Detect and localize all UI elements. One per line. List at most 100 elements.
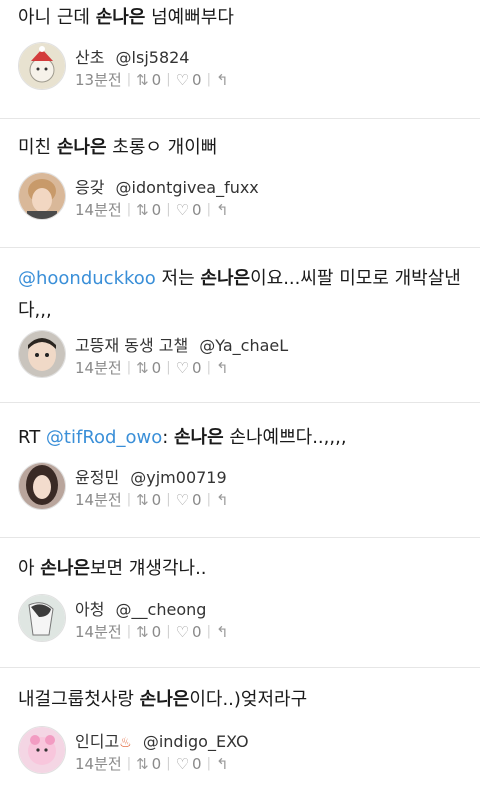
keyword-highlight: 손나은 bbox=[200, 268, 251, 289]
separator: | bbox=[206, 492, 211, 507]
mention-link[interactable]: @hoonduckkoo bbox=[18, 268, 156, 289]
user-info[interactable]: 아청 @__cheong bbox=[75, 596, 206, 620]
like-button[interactable]: ♡ 0 bbox=[176, 359, 202, 377]
keyword-highlight: 손나은 bbox=[174, 427, 224, 448]
separator: | bbox=[166, 756, 171, 771]
user-info[interactable]: 윤정민 @yjm00719 bbox=[75, 464, 227, 488]
tweet-actions: 14분전 | ⇅ 0 | ♡ 0 | ↰ bbox=[75, 199, 229, 220]
reply-icon[interactable]: ↰ bbox=[216, 755, 229, 773]
retweet-button[interactable]: ⇅ 0 bbox=[136, 491, 161, 509]
separator: | bbox=[166, 492, 171, 507]
tweet-text-segment: 손나예쁘다..,,,, bbox=[223, 427, 347, 448]
separator: | bbox=[166, 360, 171, 375]
reply-icon[interactable]: ↰ bbox=[216, 71, 229, 89]
keyword-highlight: 손나은 bbox=[40, 558, 90, 579]
tweet-text-segment: 아 bbox=[18, 558, 41, 579]
separator: | bbox=[126, 202, 132, 217]
like-button[interactable]: ♡ 0 bbox=[176, 755, 202, 773]
retweet-count: 0 bbox=[151, 754, 162, 773]
reply-icon[interactable]: ↰ bbox=[216, 201, 229, 219]
retweet-count: 0 bbox=[151, 70, 162, 89]
display-name: 응갖 bbox=[75, 178, 105, 197]
retweet-icon: ⇅ bbox=[136, 754, 149, 773]
tweet-text-segment: RT bbox=[18, 427, 46, 448]
tweet-text: RT @tifRod_owo: 손나은 손나예쁘다..,,,, bbox=[18, 422, 466, 454]
like-button[interactable]: ♡ 0 bbox=[176, 491, 202, 509]
avatar[interactable] bbox=[18, 726, 66, 774]
avatar[interactable] bbox=[18, 330, 66, 378]
keyword-highlight: 손나은 bbox=[95, 7, 146, 28]
tweet-text: 미친 손나은 초롱ㅇ 개이뻐 bbox=[18, 132, 466, 164]
separator: | bbox=[126, 72, 132, 87]
separator: | bbox=[206, 72, 211, 87]
tweet-divider bbox=[0, 247, 480, 248]
retweet-button[interactable]: ⇅ 0 bbox=[136, 359, 161, 377]
keyword-highlight: 손나은 bbox=[139, 689, 190, 710]
display-name: 인디고 bbox=[75, 732, 120, 751]
like-button[interactable]: ♡ 0 bbox=[176, 201, 202, 219]
avatar[interactable] bbox=[18, 42, 66, 90]
separator: | bbox=[166, 72, 171, 87]
user-info[interactable]: 고뜽재 동생 고챌 @Ya_chaeL bbox=[75, 332, 288, 356]
tweet-text-segment: 초롱ㅇ 개이뻐 bbox=[106, 137, 218, 158]
like-button[interactable]: ♡ 0 bbox=[176, 623, 202, 641]
like-button[interactable]: ♡ 0 bbox=[176, 71, 202, 89]
avatar[interactable] bbox=[18, 172, 66, 220]
timestamp: 14분전 bbox=[75, 623, 122, 641]
user-handle: @idontgivea_fuxx bbox=[110, 178, 259, 197]
tweet-meta: 아청 @__cheong 14분전 | ⇅ 0 | ♡ 0 | ↰ bbox=[18, 594, 458, 654]
heart-icon: ♡ bbox=[175, 490, 190, 509]
separator: | bbox=[126, 360, 132, 375]
separator: | bbox=[206, 624, 211, 639]
tweet-divider bbox=[0, 402, 480, 403]
tweet-divider bbox=[0, 537, 480, 538]
mention-link[interactable]: @tifRod_owo bbox=[46, 427, 162, 448]
like-count: 0 bbox=[192, 622, 202, 641]
tweet-divider bbox=[0, 667, 480, 668]
tweet-feed: 아니 근데 손나은 넘예뻐부다 산초 @lsj5824 13분전 | ⇅ 0 | ♡ 0 | ↰ 미친… bbox=[0, 0, 480, 798]
heart-icon: ♡ bbox=[175, 70, 190, 89]
separator: | bbox=[126, 492, 132, 507]
retweet-button[interactable]: ⇅ 0 bbox=[136, 71, 161, 89]
tweet-meta: 응갖 @idontgivea_fuxx 14분전 | ⇅ 0 | ♡ 0 | ↰ bbox=[18, 172, 458, 232]
separator: | bbox=[206, 360, 211, 375]
reply-icon[interactable]: ↰ bbox=[216, 359, 229, 377]
tweet-actions: 14분전 | ⇅ 0 | ♡ 0 | ↰ bbox=[75, 357, 229, 378]
tweet-meta: 고뜽재 동생 고챌 @Ya_chaeL 14분전 | ⇅ 0 | ♡ 0 | ↰ bbox=[18, 330, 458, 390]
avatar[interactable] bbox=[18, 594, 66, 642]
retweet-button[interactable]: ⇅ 0 bbox=[136, 623, 161, 641]
tweet-text-segment: 내걸그룹첫사랑 bbox=[18, 689, 140, 710]
user-handle: @lsj5824 bbox=[110, 48, 190, 67]
user-info[interactable]: 인디고♨ @indigo_EXO bbox=[75, 728, 249, 752]
tweet-text: 아 손나은보면 걔생각나.. bbox=[18, 553, 466, 585]
display-name: 고뜽재 동생 고챌 bbox=[75, 336, 189, 355]
hot-springs-icon: ♨ bbox=[119, 735, 132, 751]
tweet-actions: 14분전 | ⇅ 0 | ♡ 0 | ↰ bbox=[75, 753, 229, 774]
retweet-button[interactable]: ⇅ 0 bbox=[136, 755, 161, 773]
separator: | bbox=[166, 624, 171, 639]
user-info[interactable]: 산초 @lsj5824 bbox=[75, 44, 189, 68]
user-info[interactable]: 응갖 @idontgivea_fuxx bbox=[75, 174, 259, 198]
keyword-highlight: 손나은 bbox=[56, 137, 107, 158]
tweet-text-segment: 넘예뻐부다 bbox=[145, 7, 234, 28]
tweet-text: 아니 근데 손나은 넘예뻐부다 bbox=[18, 2, 466, 34]
tweet-text-segment: 아니 근데 bbox=[18, 7, 96, 28]
separator: | bbox=[206, 756, 211, 771]
retweet-icon: ⇅ bbox=[136, 70, 149, 89]
avatar[interactable] bbox=[18, 462, 66, 510]
like-count: 0 bbox=[192, 754, 202, 773]
retweet-icon: ⇅ bbox=[136, 200, 149, 219]
reply-icon[interactable]: ↰ bbox=[216, 623, 229, 641]
tweet-divider bbox=[0, 118, 480, 119]
retweet-icon: ⇅ bbox=[136, 490, 149, 509]
tweet-actions: 13분전 | ⇅ 0 | ♡ 0 | ↰ bbox=[75, 69, 229, 90]
separator: | bbox=[126, 756, 132, 771]
separator: | bbox=[126, 624, 132, 639]
heart-icon: ♡ bbox=[175, 200, 190, 219]
display-name: 산초 bbox=[75, 48, 105, 67]
timestamp: 14분전 bbox=[75, 359, 122, 377]
heart-icon: ♡ bbox=[175, 358, 190, 377]
reply-icon[interactable]: ↰ bbox=[216, 491, 229, 509]
tweet-text: 내걸그룹첫사랑 손나은이다..)엊저라구 bbox=[18, 684, 466, 716]
retweet-button[interactable]: ⇅ 0 bbox=[136, 201, 161, 219]
